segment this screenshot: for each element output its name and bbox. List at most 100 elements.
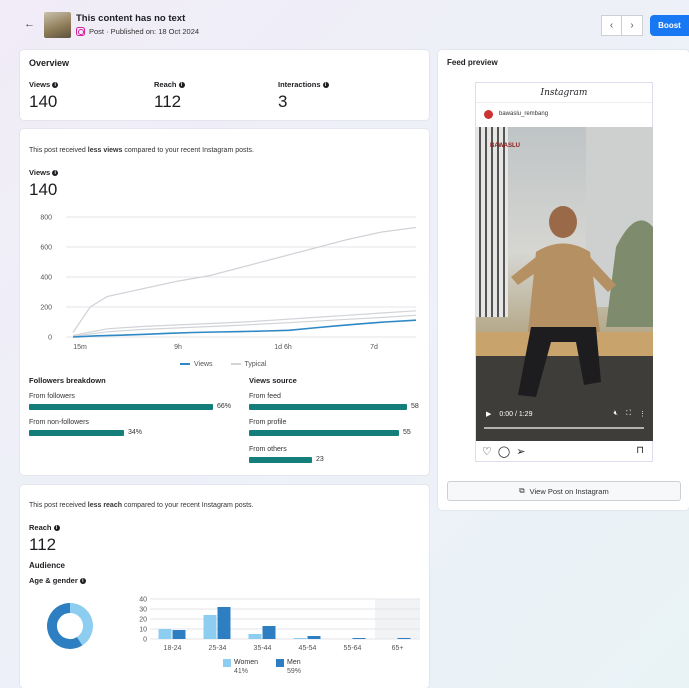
series-line-typical <box>72 226 417 333</box>
bar-women-45-54 <box>293 638 307 639</box>
overview-metric-interactions: Interactions i 3 <box>278 80 329 112</box>
info-icon[interactable]: i <box>322 81 329 88</box>
metric-label: Views <box>29 80 51 89</box>
info-icon[interactable]: i <box>53 524 60 531</box>
followers-row-non-followers: From non-followers 34% <box>29 419 143 436</box>
feed-preview-title: Feed preview <box>447 58 498 67</box>
bar-women-35-44 <box>248 634 262 639</box>
bookmark-icon[interactable]: ⊓ <box>636 445 644 456</box>
author-username: bawaslu_rembang <box>499 111 549 117</box>
person-body <box>528 243 600 332</box>
x-tick-label: 25-34 <box>209 645 227 652</box>
gender-donut-chart <box>47 603 93 649</box>
legend-views: Views <box>180 361 213 368</box>
y-tick-label: 200 <box>40 305 52 312</box>
donut-slice <box>69 603 93 646</box>
legend-men: Men 59% <box>276 659 301 675</box>
followers-breakdown-title: Followers breakdown <box>29 376 106 385</box>
post-subtitle-text: Post · Published on: 18 Oct 2024 <box>89 27 200 36</box>
previous-post-button[interactable]: ‹ <box>601 15 622 36</box>
views-comparison-text: This post received less views compared t… <box>29 147 254 154</box>
bar-men-65+ <box>397 638 411 639</box>
comment-icon[interactable]: ◯ <box>498 445 510 458</box>
metric-value: 3 <box>278 92 288 111</box>
y-tick-label: 800 <box>40 215 52 222</box>
age-gender-bar-chart: 0 10 20 30 40 18-24 25-34 35-44 45-54 55-64 65+ <box>139 597 420 652</box>
video-time: 0:00 / 1:29 <box>499 410 533 418</box>
reach-comparison-text: This post received less reach compared t… <box>29 502 254 509</box>
reach-value: 112 <box>29 535 57 554</box>
video-progress-track <box>484 427 644 429</box>
bar-men-25-34 <box>217 607 231 639</box>
y-tick-label: 20 <box>139 617 147 624</box>
info-icon[interactable]: i <box>52 81 59 88</box>
legend-typical: Typical <box>230 361 266 368</box>
person-head <box>549 206 577 238</box>
bar-women-18-24 <box>158 629 172 639</box>
audience-title: Audience <box>29 561 66 570</box>
views-source-feed: From feed 58 <box>249 393 419 410</box>
metric-value: 112 <box>154 92 182 111</box>
boost-button[interactable]: Boost <box>650 15 689 36</box>
x-tick-label: 9h <box>174 344 182 351</box>
views-source-profile: From profile 55 <box>249 419 411 436</box>
y-tick-label: 0 <box>48 335 52 342</box>
series-line-typical-band <box>72 314 417 337</box>
next-post-button[interactable]: › <box>622 15 643 36</box>
line-chart-legend: Views Typical <box>180 361 266 368</box>
y-tick-label: 400 <box>40 275 52 282</box>
bar-chart-legend: Women 41% Men 59% <box>223 659 301 675</box>
y-tick-label: 40 <box>139 597 147 604</box>
fullscreen-icon[interactable]: ⛶ <box>626 410 631 418</box>
play-icon[interactable]: ▶ <box>486 410 491 418</box>
metric-label: Reach <box>154 80 177 89</box>
bar-men-45-54 <box>307 636 321 639</box>
chevron-right-icon: › <box>630 20 634 31</box>
followers-bar <box>29 403 213 410</box>
x-tick-label: 18-24 <box>164 645 182 652</box>
overview-metric-views: Views i 140 <box>29 80 59 112</box>
post-author: bawaslu_rembang <box>476 103 652 125</box>
age-gender-title: Age & gender i <box>29 576 86 585</box>
chevron-left-icon: ‹ <box>609 20 614 31</box>
views-source-others: From others 23 <box>249 446 324 463</box>
y-tick-label: 600 <box>40 245 52 252</box>
metric-label: Interactions <box>278 80 321 89</box>
top-bar: ← This content has no text Post · Publis… <box>0 0 689 48</box>
reach-label: Reach i <box>29 523 60 532</box>
profile-bar <box>249 429 399 436</box>
series-line-views <box>72 319 417 338</box>
x-tick-label: 45-54 <box>299 645 317 652</box>
non-followers-bar <box>29 429 124 436</box>
post-video[interactable]: BAWASLU ▶ 0:00 / 1:29 🔇︎ ⛶ ⋮ <box>476 127 653 441</box>
views-source-title: Views source <box>249 376 297 385</box>
info-icon[interactable]: i <box>178 81 185 88</box>
x-tick-label: 1d 6h <box>274 344 292 351</box>
share-send-icon[interactable]: ➢ <box>516 445 525 458</box>
video-brand-logo: BAWASLU <box>490 143 520 149</box>
info-icon[interactable]: i <box>79 577 86 584</box>
view-post-label: View Post on Instagram <box>529 486 609 496</box>
back-arrow-icon[interactable]: ← <box>24 18 35 30</box>
bar-women-25-34 <box>203 615 217 639</box>
volume-icon[interactable]: 🔇︎ <box>614 410 618 418</box>
like-heart-icon[interactable]: ♡ <box>482 445 492 458</box>
y-tick-label: 30 <box>139 607 147 614</box>
more-options-icon[interactable]: ⋮ <box>639 410 646 418</box>
others-bar <box>249 456 312 463</box>
views-value: 140 <box>29 180 58 199</box>
x-tick-label: 15m <box>73 344 87 351</box>
view-post-on-instagram-button[interactable]: ⧉ View Post on Instagram <box>447 481 681 501</box>
instagram-logo: Instagram <box>476 83 652 103</box>
external-link-icon: ⧉ <box>519 486 525 495</box>
views-card: This post received less views compared t… <box>20 129 429 475</box>
info-icon[interactable]: i <box>52 169 59 176</box>
instagram-post-preview: Instagram bawaslu_rembang BAWASLU ▶ 0:00… <box>475 82 653 462</box>
bar-men-35-44 <box>262 626 276 639</box>
post-title: This content has no text <box>76 13 186 24</box>
reach-card: This post received less reach compared t… <box>20 485 429 688</box>
metric-value: 140 <box>29 92 58 111</box>
overview-card: Overview Views i 140 Reach i 112 Interacti… <box>20 50 429 120</box>
post-navigation: ‹ › <box>601 15 643 36</box>
feed-bar <box>249 403 407 410</box>
